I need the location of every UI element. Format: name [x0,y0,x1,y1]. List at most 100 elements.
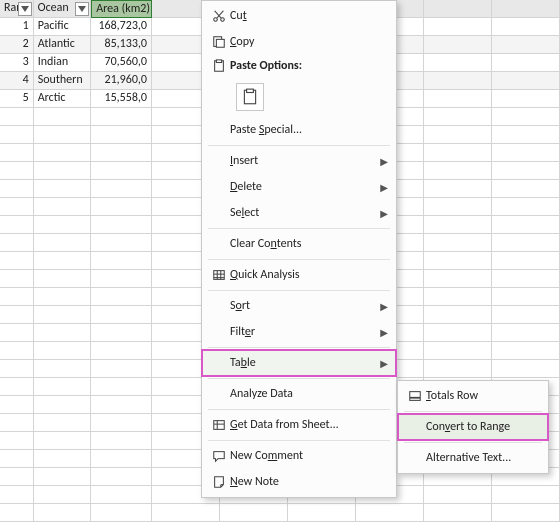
empty-cell[interactable] [34,270,92,288]
empty-cell[interactable] [91,198,152,216]
empty-cell[interactable] [0,162,34,180]
empty-cell[interactable] [0,108,34,126]
empty-cell[interactable] [34,252,92,270]
empty-cell[interactable] [91,252,152,270]
empty-cell[interactable] [424,180,492,198]
empty-cell[interactable] [34,306,92,324]
empty-cell[interactable] [424,90,492,108]
empty-cell[interactable] [34,216,92,234]
empty-cell[interactable] [0,360,34,378]
submenu-item-convert-to-range[interactable]: Convert to Range [398,414,548,440]
menu-item-copy[interactable]: Copy [202,29,396,55]
cell-rank[interactable]: 4 [0,72,34,90]
cell-rank[interactable]: 2 [0,36,34,54]
empty-cell[interactable] [91,270,152,288]
empty-cell[interactable] [424,270,492,288]
empty-cell[interactable] [0,378,34,396]
empty-cell[interactable] [34,324,92,342]
empty-cell[interactable] [424,126,492,144]
empty-cell[interactable] [492,270,560,288]
filter-dropdown-rank[interactable] [18,2,32,16]
empty-cell[interactable] [492,252,560,270]
empty-cell[interactable] [0,306,34,324]
empty-cell[interactable] [34,108,92,126]
empty-cell[interactable] [34,144,92,162]
empty-cell[interactable] [0,198,34,216]
submenu-item-totals-row[interactable]: Totals Row [398,383,548,409]
empty-cell[interactable] [424,162,492,180]
empty-cell[interactable] [34,342,92,360]
menu-item-quick-analysis[interactable]: Quick Analysis [202,262,396,288]
empty-cell[interactable] [91,360,152,378]
empty-cell[interactable] [492,216,560,234]
menu-item-delete[interactable]: Delete ▶ [202,174,396,200]
menu-item-insert[interactable]: Insert ▶ [202,148,396,174]
empty-cell[interactable] [91,504,152,522]
empty-cell[interactable] [492,36,560,54]
empty-cell[interactable] [424,18,492,36]
cell-ocean[interactable]: Atlantic [34,36,92,54]
empty-cell[interactable] [91,468,152,486]
empty-cell[interactable] [0,396,34,414]
empty-cell[interactable] [34,396,92,414]
empty-cell[interactable] [34,126,92,144]
empty-cell[interactable] [0,126,34,144]
col-header-ocean[interactable]: Ocean [34,0,92,18]
cell-rank[interactable]: 3 [0,54,34,72]
menu-paste-option-default[interactable] [202,77,396,117]
cell-ocean[interactable]: Pacific [34,18,92,36]
empty-cell[interactable] [424,108,492,126]
empty-cell[interactable] [424,504,492,522]
empty-cell[interactable] [0,414,34,432]
empty-cell[interactable] [0,216,34,234]
empty-cell[interactable] [356,504,424,522]
empty-cell[interactable] [91,234,152,252]
empty-cell[interactable] [34,432,92,450]
empty-cell[interactable] [492,54,560,72]
empty-cell[interactable] [492,504,560,522]
empty-cell[interactable] [34,504,92,522]
menu-item-table[interactable]: Table ▶ [202,350,396,376]
empty-cell[interactable] [424,306,492,324]
menu-item-get-data[interactable]: Get Data from Sheet... [202,412,396,438]
empty-cell[interactable] [91,414,152,432]
cell-ocean[interactable]: Indian [34,54,92,72]
empty-cell[interactable] [91,432,152,450]
empty-cell[interactable] [91,306,152,324]
menu-item-new-comment[interactable]: New Comment [202,443,396,469]
empty-cell[interactable] [492,324,560,342]
empty-cell[interactable] [0,144,34,162]
empty-cell[interactable] [492,288,560,306]
cell-ocean[interactable]: Arctic [34,90,92,108]
empty-cell[interactable] [34,180,92,198]
empty-cell[interactable] [492,126,560,144]
empty-cell[interactable] [492,90,560,108]
empty-cell[interactable] [0,342,34,360]
empty-cell[interactable] [91,378,152,396]
empty-cell[interactable] [91,126,152,144]
empty-cell[interactable] [0,486,34,504]
empty-cell[interactable] [0,270,34,288]
menu-item-new-note[interactable]: New Note [202,469,396,495]
empty-cell[interactable] [492,342,560,360]
empty-cell[interactable] [34,378,92,396]
empty-cell[interactable] [424,36,492,54]
empty-cell[interactable] [492,360,560,378]
empty-cell[interactable] [91,108,152,126]
empty-cell[interactable] [0,504,34,522]
empty-cell[interactable] [34,360,92,378]
empty-cell[interactable] [424,288,492,306]
menu-item-sort[interactable]: Sort ▶ [202,293,396,319]
menu-item-analyze-data[interactable]: Analyze Data [202,381,396,407]
cell-ocean[interactable]: Southern [34,72,92,90]
empty-cell[interactable] [424,54,492,72]
empty-cell[interactable] [91,162,152,180]
empty-cell[interactable] [91,288,152,306]
cell-area[interactable]: 70,560,0 [91,54,152,72]
empty-cell[interactable] [492,234,560,252]
empty-cell[interactable] [91,486,152,504]
empty-cell[interactable] [424,72,492,90]
empty-cell[interactable] [424,252,492,270]
empty-cell[interactable] [424,0,492,18]
cell-area[interactable]: 15,558,0 [91,90,152,108]
